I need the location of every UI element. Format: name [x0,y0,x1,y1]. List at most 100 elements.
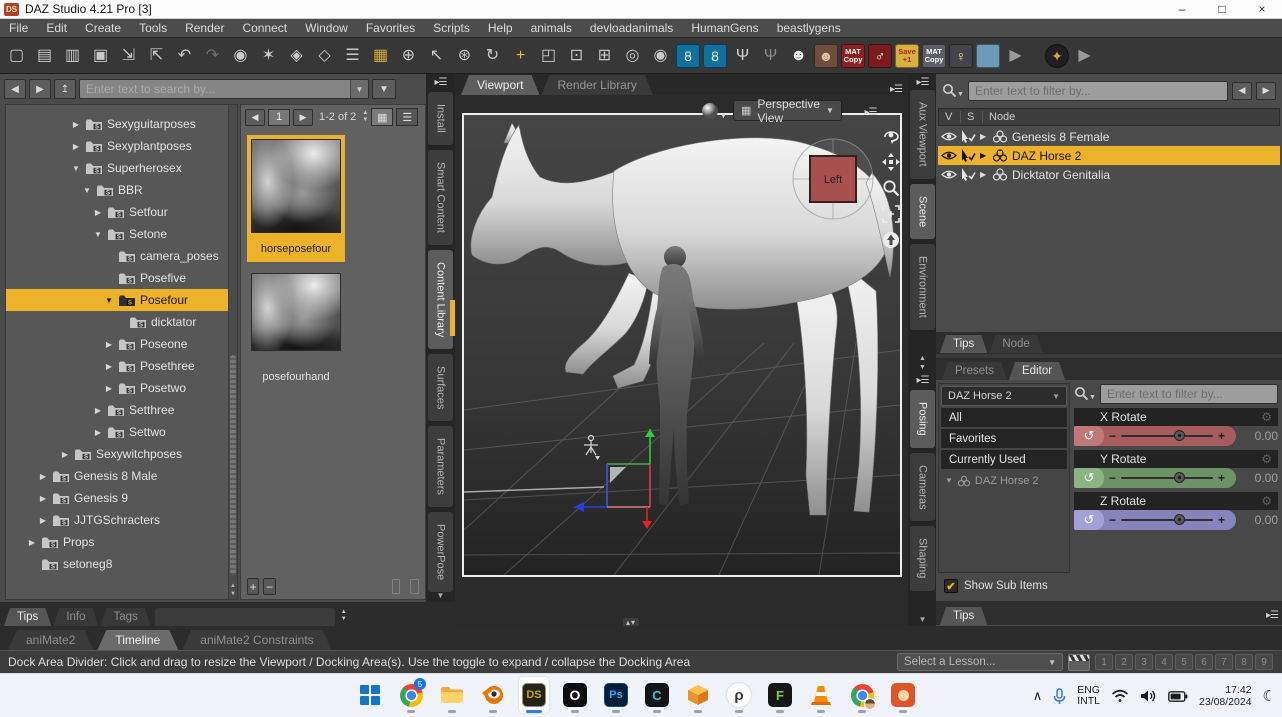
redo-icon[interactable]: ↷ [200,43,225,69]
menu-item[interactable]: Window [296,21,357,35]
menu-item[interactable]: File [0,21,37,35]
dock-tab[interactable]: Scene [910,184,935,239]
figure-action-2[interactable]: Ψ [758,43,783,69]
page-prev-button[interactable]: ◀ [245,109,265,126]
dock-tab[interactable]: Environment [910,244,935,330]
open-file-icon[interactable]: ▤ [32,43,57,69]
nav-up-button[interactable]: ↥ [54,79,76,99]
dock-tab[interactable]: PowerPose [428,512,453,592]
portrait-action[interactable]: ☻ [814,44,838,68]
menu-item[interactable]: Scripts [424,21,479,35]
expand-arrow-icon[interactable]: ▶ [93,208,103,217]
undo-icon[interactable]: ↶ [172,43,197,69]
tree-item[interactable]: ▶ S Settwo [6,421,228,443]
nav-back-button[interactable]: ◀ [4,79,26,99]
microphone-icon[interactable] [1053,688,1066,705]
expand-arrow-icon[interactable]: ▶ [60,450,70,459]
save-file-icon[interactable]: ▣ [88,43,113,69]
taskbar-orange-app-button[interactable] [888,677,918,713]
toolbar-overflow-arrow-2[interactable]: ▶ [1072,43,1097,69]
dock-tab[interactable]: Smart Content [428,150,453,245]
lesson-number-button[interactable]: 8 [1235,654,1253,670]
menu-item[interactable]: Create [76,21,130,35]
beach-scene-action[interactable] [976,44,1000,68]
lesson-play-icon[interactable] [1068,654,1090,671]
slider-decrement-button[interactable]: − [1104,429,1121,443]
tree-item[interactable]: ▼ S BBR [6,179,228,201]
add-content-button[interactable]: + [247,578,259,595]
expand-arrow-icon[interactable]: ▶ [980,132,988,141]
gear-icon[interactable]: ⚙ [1261,494,1272,508]
tab-scroll-down-icon[interactable]: ▼ [341,616,347,623]
timeline-tab[interactable]: aniMate2 [8,630,93,650]
pane-menu-icon[interactable]: ▸☰ [908,372,937,386]
taskbar-chrome-button[interactable]: 5 [396,677,426,713]
export-icon[interactable]: ⇱ [144,43,169,69]
taskbar-daz-studio-button[interactable]: DS [519,677,549,713]
zoom-camera-icon[interactable] [881,178,901,198]
taskbar-capture-button[interactable]: C [642,677,672,713]
menu-item[interactable]: HumanGens [682,21,767,35]
genesis8-action-1[interactable]: 8 [676,44,700,68]
pane-sub-tab[interactable]: Tags [101,608,151,626]
merge-file-icon[interactable]: ▥ [60,43,85,69]
scene-node-row[interactable]: ▶ DAZ Horse 2 [938,146,1280,165]
scroll-down-icon[interactable]: ▼ [229,591,237,597]
tree-item[interactable]: S setoneg8 [6,553,228,575]
nav-forward-button[interactable]: ▶ [29,79,51,99]
expand-arrow-icon[interactable]: ▼ [93,230,103,239]
scene-node-row[interactable]: ▶ Genesis 8 Female [938,127,1280,146]
menu-item[interactable]: Render [176,21,233,35]
taskbar-vlc-button[interactable] [806,677,836,713]
scale-tool-icon[interactable]: ◰ [536,43,561,69]
tabstrip-overflow-down-icon[interactable]: ▼ [908,615,937,624]
taskbar-chrome-profile-button[interactable] [847,677,877,713]
lesson-number-button[interactable]: 5 [1175,654,1193,670]
expand-arrow-icon[interactable]: ▼ [104,296,114,305]
remove-content-button[interactable]: − [263,578,275,595]
female-action[interactable]: ♀ [949,44,973,68]
slider-decrement-button[interactable]: − [1104,513,1121,527]
tree-item[interactable]: ▶ S Posetwo [6,377,228,399]
tree-item[interactable]: ▶ S Sexyplantposes [6,135,228,157]
copy-page-icon[interactable] [392,579,401,594]
menu-item[interactable]: beastlygens [768,21,850,35]
expand-arrow-icon[interactable]: ▶ [980,170,988,179]
column-node[interactable]: Node [983,111,1015,123]
selectable-cursor-icon[interactable] [961,130,976,143]
import-icon[interactable]: ⇲ [116,43,141,69]
filter-search-button[interactable]: ▼ [942,83,964,98]
genesis8-action-2[interactable]: 8 [703,44,727,68]
menu-item[interactable]: Tools [130,21,176,35]
expand-arrow-icon[interactable]: ▶ [980,151,988,160]
language-indicator[interactable]: ENG INTL [1077,685,1100,707]
selectable-cursor-icon[interactable] [961,149,976,162]
pane-sub-tab[interactable]: Tips [940,335,987,353]
expand-arrow-icon[interactable]: ▶ [38,516,48,525]
taskbar-clock[interactable]: 17:42 23/08/2024 [1199,684,1252,708]
tree-item[interactable]: ▼ S Superherosex [6,157,228,179]
slider-increment-button[interactable]: + [1213,429,1230,443]
dock-tab[interactable]: Aux Viewport [910,90,935,179]
timeline-tab[interactable]: aniMate2 Constraints [182,630,331,650]
menu-item[interactable]: Help [479,21,522,35]
lesson-number-button[interactable]: 3 [1135,654,1153,670]
new-null-icon[interactable]: ◇ [312,43,337,69]
tabstrip-scroll-down-icon[interactable]: ▼ [908,363,937,372]
node-select-tool-icon[interactable]: ↖ [424,43,449,69]
slider-increment-button[interactable]: + [1213,513,1230,527]
daz-connect-logo[interactable]: ✦ [1045,44,1069,68]
gear-icon[interactable]: ⚙ [1261,410,1272,424]
page-next-button[interactable]: ▶ [293,109,313,126]
taskbar-rho-app-button[interactable]: ρ [724,677,754,713]
pane-menu-icon[interactable]: ▸☰ [426,74,455,88]
surface-select-tool-icon[interactable]: ⊡ [564,43,589,69]
lesson-number-button[interactable]: 2 [1115,654,1133,670]
asset-thumbnail-selected[interactable]: horseposefour [247,135,345,262]
tree-item[interactable]: ▶ S Setthree [6,399,228,421]
expand-arrow-icon[interactable]: ▶ [38,472,48,481]
slider-value[interactable]: 0.00 [1236,471,1278,485]
rotate-tool-icon[interactable]: ↻ [480,43,505,69]
menu-item[interactable]: Connect [233,21,296,35]
pane-sub-tab-tips[interactable]: Tips [940,607,987,625]
